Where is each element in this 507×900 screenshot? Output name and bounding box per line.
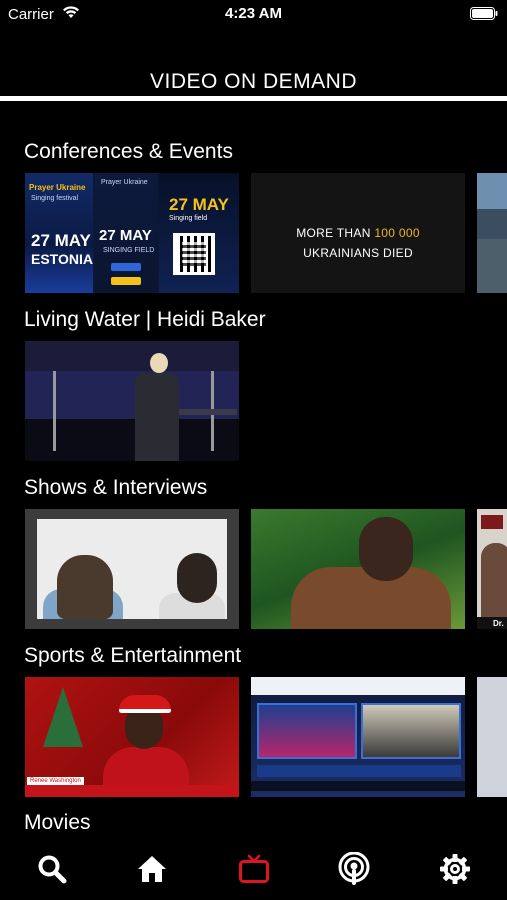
video-thumbnail[interactable]: Renee Washington: [25, 677, 239, 797]
section-title-shows: Shows & Interviews: [24, 476, 208, 499]
video-thumbnail[interactable]: [251, 509, 465, 629]
logo-badge: [481, 515, 503, 529]
qr-code-icon: [173, 233, 215, 275]
title-divider: [0, 96, 507, 101]
ticker-bar: [257, 765, 461, 777]
video-thumbnail[interactable]: MORE THAN 100 000 UKRAINIANS DIED: [251, 173, 465, 293]
poster-place: ESTONIA: [31, 251, 93, 267]
tab-live-tv[interactable]: [237, 852, 271, 886]
name-tag: Renee Washington: [27, 777, 84, 785]
tab-home[interactable]: [135, 852, 169, 886]
video-thumbnail[interactable]: [251, 677, 465, 797]
name-label: Dr.: [477, 617, 507, 629]
tab-search[interactable]: [35, 852, 69, 886]
poster-brand: Prayer Ukraine: [29, 183, 86, 192]
video-thumbnail[interactable]: Dr.: [477, 509, 507, 629]
tab-bar: [0, 838, 507, 900]
video-thumbnail[interactable]: [477, 677, 507, 797]
living-water-row[interactable]: [25, 341, 507, 461]
video-thumbnail[interactable]: [25, 341, 239, 461]
guest-panel: [361, 703, 461, 759]
poster2-brand: Prayer Ukraine: [101, 179, 148, 186]
poster-sub: Singing festival: [31, 195, 79, 202]
christmas-tree: [43, 687, 83, 747]
man-head: [359, 517, 413, 581]
tab-podcasts[interactable]: [337, 852, 371, 886]
section-title-living-water: Living Water | Heidi Baker: [24, 308, 266, 331]
conferences-row[interactable]: Prayer Ukraine Singing festival 27 MAY E…: [25, 173, 507, 293]
video-thumbnail[interactable]: [25, 509, 239, 629]
poster-date: 27 MAY: [31, 231, 91, 250]
gear-icon: [440, 854, 470, 884]
poster-button: [111, 263, 141, 271]
section-title-movies: Movies: [24, 811, 91, 834]
poster-singing-field: Prayer Ukraine 27 MAY SINGING FIELD: [95, 173, 157, 293]
podcast-icon: [338, 852, 370, 885]
tv-icon: [239, 854, 269, 883]
video-thumbnail[interactable]: [477, 173, 507, 293]
poster3-date: 27 MAY: [169, 195, 229, 214]
speaker-head: [150, 353, 168, 373]
stage-table: [175, 409, 237, 415]
ticker-bar: [251, 781, 465, 791]
status-bar: Carrier 4:23 AM: [0, 0, 507, 28]
caption-part: UKRAINIANS DIED: [303, 246, 413, 260]
battery-icon: [470, 7, 498, 20]
caption-number: 100 000: [374, 226, 420, 240]
poster2-place: SINGING FIELD: [103, 247, 155, 254]
video-thumbnail[interactable]: Prayer Ukraine Singing festival 27 MAY E…: [25, 173, 239, 293]
santa-hat-icon: [119, 695, 171, 713]
clock: 4:23 AM: [225, 5, 282, 22]
caption-part: MORE THAN: [296, 226, 371, 240]
stream-header: [251, 677, 465, 695]
guest-panel: [257, 703, 357, 759]
shows-row[interactable]: Dr.: [25, 509, 507, 629]
section-title-conferences: Conferences & Events: [24, 140, 233, 163]
sports-row[interactable]: Renee Washington: [25, 677, 507, 797]
page-title: VIDEO ON DEMAND: [149, 70, 358, 93]
poster-qr: 27 MAY Singing field: [159, 173, 239, 293]
call-window: [37, 519, 227, 619]
mic-stand: [53, 371, 56, 451]
tab-settings[interactable]: [438, 852, 472, 886]
participant-head: [57, 555, 113, 619]
speaker-figure: [135, 373, 179, 461]
poster-estonia: Prayer Ukraine Singing festival 27 MAY E…: [25, 173, 93, 293]
poster2-date: 27 MAY: [99, 227, 152, 244]
thumbnail-caption: MORE THAN 100 000 UKRAINIANS DIED: [251, 223, 465, 263]
poster-button: [111, 277, 141, 285]
search-icon: [38, 855, 67, 884]
section-title-sports: Sports & Entertainment: [24, 644, 242, 667]
home-icon: [138, 856, 166, 882]
poster3-place: Singing field: [169, 215, 208, 222]
participant-head: [177, 553, 217, 603]
lower-third-bar: [25, 785, 239, 797]
